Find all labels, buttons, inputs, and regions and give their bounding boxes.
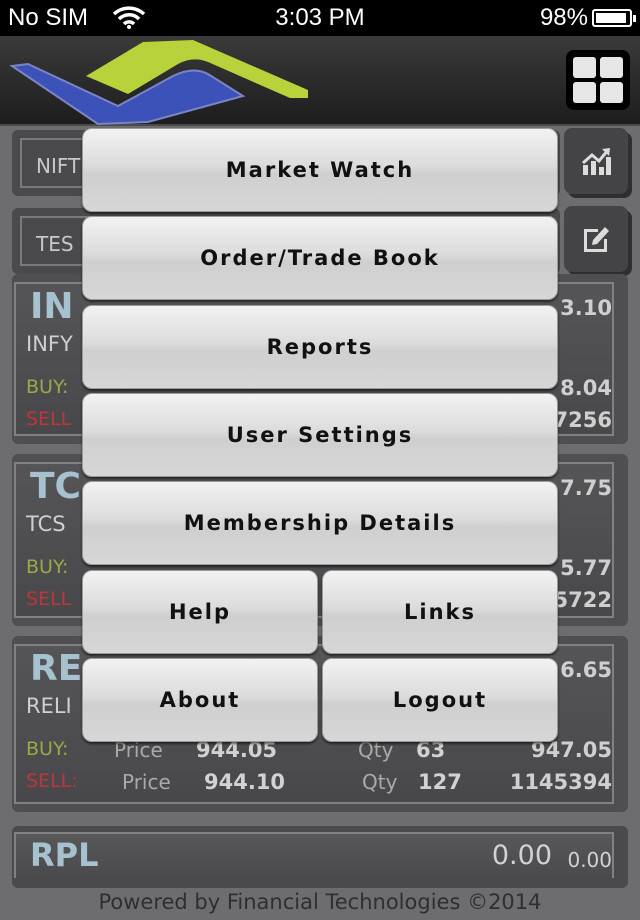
sell-qty: 127 <box>418 770 462 794</box>
app-header <box>0 36 640 126</box>
scrip-card-body: RPL 0.00 0.00 <box>14 832 614 878</box>
sell-price-label: Price <box>122 770 171 794</box>
menu-item-membership-details[interactable]: Membership Details <box>82 481 558 565</box>
sell-label: SELL <box>26 588 72 610</box>
menu-item-user-settings[interactable]: User Settings <box>82 393 558 477</box>
grid-cell <box>600 57 623 78</box>
buy-label: BUY: <box>26 376 69 398</box>
status-bar: No SIM 3:03 PM 98% <box>0 0 640 36</box>
menu-item-order-trade-book[interactable]: Order/Trade Book <box>82 216 558 300</box>
sell-right-value: 5722 <box>553 588 612 612</box>
buy-right-value: 5.77 <box>560 556 612 580</box>
menu-item-about[interactable]: About <box>82 658 318 742</box>
menu-item-market-watch[interactable]: Market Watch <box>82 128 558 212</box>
scrip-name: TCS <box>26 512 66 536</box>
scrip-symbol: TC <box>30 466 81 507</box>
scrip-symbol: IN <box>30 286 74 327</box>
scrip-ltp: 6.65 <box>560 658 612 682</box>
grid-menu-button[interactable] <box>566 50 630 110</box>
buy-label: BUY: <box>26 556 69 578</box>
menu-item-links[interactable]: Links <box>322 570 558 654</box>
sell-qty-label: Qty <box>362 770 398 794</box>
sell-right-value: 7256 <box>553 408 612 432</box>
scrip-name: RELI <box>26 694 72 718</box>
sell-label: SELL: <box>26 770 78 792</box>
chart-icon <box>582 148 611 175</box>
chart-button[interactable] <box>564 128 628 194</box>
menu-item-reports[interactable]: Reports <box>82 305 558 389</box>
menu-item-logout[interactable]: Logout <box>322 658 558 742</box>
footer-credit: Powered by Financial Technologies ©2014 <box>98 890 542 914</box>
grid-cell <box>573 82 596 103</box>
scrip-ltp: 0.00 <box>491 840 552 871</box>
battery-percent: 98% <box>539 4 588 31</box>
buy-label: BUY: <box>26 738 69 760</box>
scrip-ltp: 3.10 <box>560 296 612 320</box>
scrip-ltp: 7.75 <box>560 476 612 500</box>
grid-cell <box>573 57 596 78</box>
sell-right-value: 1145394 <box>509 770 612 794</box>
scrip-change: 0.00 <box>567 848 612 872</box>
scrip-card-rpl[interactable]: RPL 0.00 0.00 <box>12 826 628 888</box>
buy-right-value: 8.04 <box>560 376 612 400</box>
menu-item-help[interactable]: Help <box>82 570 318 654</box>
sell-label: SELL <box>26 408 72 430</box>
scrip-symbol: RPL <box>30 836 99 874</box>
grid-cell <box>600 82 623 103</box>
app-logo <box>9 40 308 126</box>
scrip-symbol: RE <box>30 648 83 689</box>
sell-price: 944.10 <box>204 770 286 794</box>
scrip-name: INFY <box>26 332 73 356</box>
battery-icon <box>592 9 636 27</box>
screen: No SIM 3:03 PM 98% NIFT TES IN INFY 3.10… <box>0 0 640 920</box>
edit-icon <box>584 227 609 252</box>
edit-watchlist-button[interactable] <box>564 206 628 272</box>
